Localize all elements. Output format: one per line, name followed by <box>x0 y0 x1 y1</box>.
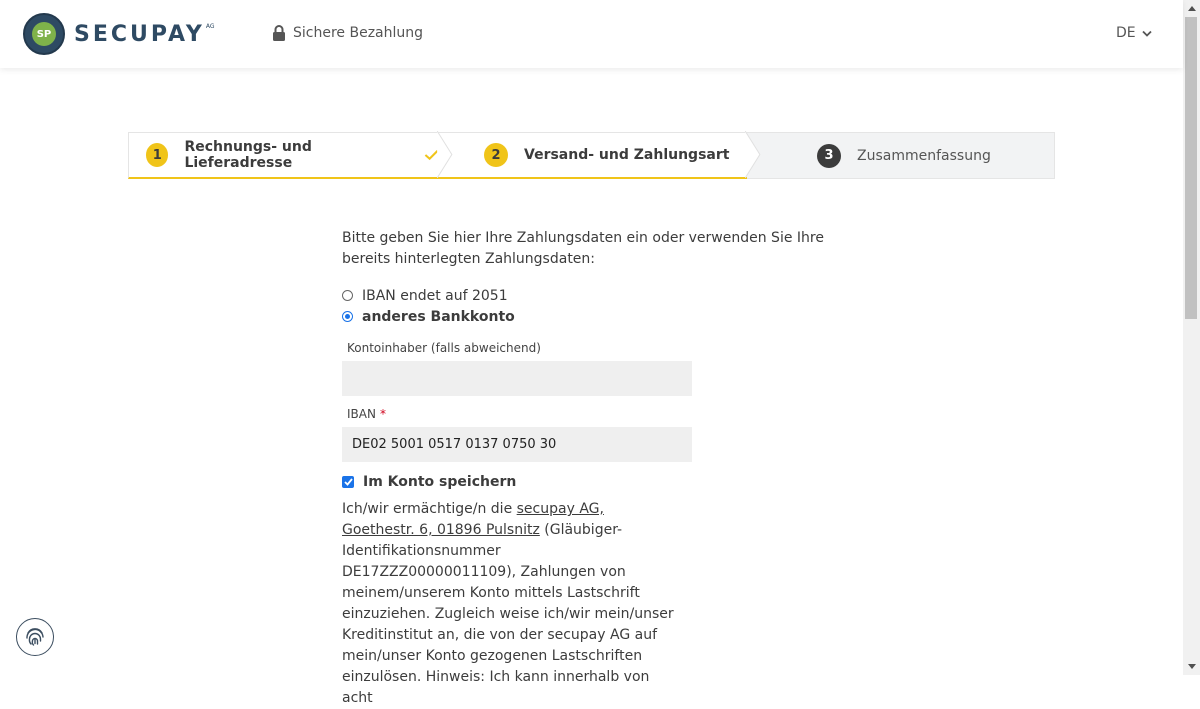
checkout-stepper: 1 Rechnungs- und Lieferadresse 2 Versand… <box>128 131 1055 179</box>
step-number: 3 <box>817 143 841 168</box>
step-billing-address[interactable]: 1 Rechnungs- und Lieferadresse <box>128 132 439 179</box>
scroll-down-icon[interactable] <box>1183 658 1200 675</box>
fingerprint-button[interactable] <box>16 618 54 656</box>
step-label: Rechnungs- und Lieferadresse <box>184 139 312 171</box>
vertical-scrollbar[interactable] <box>1183 0 1200 675</box>
save-account-label: Im Konto speichern <box>363 474 517 490</box>
radio-button-selected[interactable] <box>342 311 353 322</box>
radio-button[interactable] <box>342 290 353 301</box>
logo-suffix: AG <box>205 22 215 30</box>
step-number: 1 <box>146 143 169 167</box>
radio-other-account[interactable]: anderes Bankkonto <box>342 306 842 327</box>
save-account-checkbox-row[interactable]: Im Konto speichern <box>342 474 842 490</box>
account-holder-input[interactable] <box>342 361 692 396</box>
header: SP SECUPAY AG Sichere Bezahlung DE <box>0 0 1183 68</box>
lock-icon <box>273 25 285 41</box>
save-account-checkbox[interactable] <box>342 476 354 488</box>
account-holder-label: Kontoinhaber (falls abweichend) <box>347 341 541 355</box>
checkbox-check-icon <box>343 478 353 486</box>
sepa-mandate-text: Ich/wir ermächtige/n die secupay AG, Goe… <box>342 501 674 706</box>
step-separator <box>745 131 761 178</box>
language-label: DE <box>1116 25 1136 41</box>
chevron-down-icon <box>1142 30 1152 37</box>
radio-label: anderes Bankkonto <box>362 308 515 325</box>
logo-seal-icon: SP <box>23 13 65 55</box>
fingerprint-icon <box>26 628 44 646</box>
payment-intro-text: Bitte geben Sie hier Ihre Zahlungsdaten … <box>342 230 824 267</box>
secupay-logo[interactable]: SP SECUPAY AG <box>23 13 215 55</box>
step-shipping-payment[interactable]: 2 Versand- und Zahlungsart <box>439 132 747 179</box>
scrollbar-thumb[interactable] <box>1185 17 1197 319</box>
radio-saved-iban[interactable]: IBAN endet auf 2051 <box>342 285 842 306</box>
iban-input[interactable]: DE02 5001 0517 0137 0750 30 <box>342 427 692 462</box>
payment-form: Bitte geben Sie hier Ihre Zahlungsdaten … <box>342 228 842 709</box>
language-selector[interactable]: DE <box>1116 25 1152 41</box>
radio-label: IBAN endet auf 2051 <box>362 287 508 304</box>
required-marker: * <box>379 407 386 421</box>
step-number: 2 <box>484 143 508 167</box>
logo-text: SECUPAY <box>74 21 205 47</box>
secure-payment-indicator: Sichere Bezahlung <box>272 25 423 41</box>
step-label: Zusammenfassung <box>857 147 991 164</box>
secure-payment-label: Sichere Bezahlung <box>293 25 424 41</box>
step-label: Versand- und Zahlungsart <box>524 147 730 163</box>
scroll-up-icon[interactable] <box>1183 0 1200 17</box>
iban-label: IBAN * <box>347 407 386 421</box>
step-separator <box>437 131 453 178</box>
step-summary[interactable]: 3 Zusammenfassung <box>747 132 1055 179</box>
